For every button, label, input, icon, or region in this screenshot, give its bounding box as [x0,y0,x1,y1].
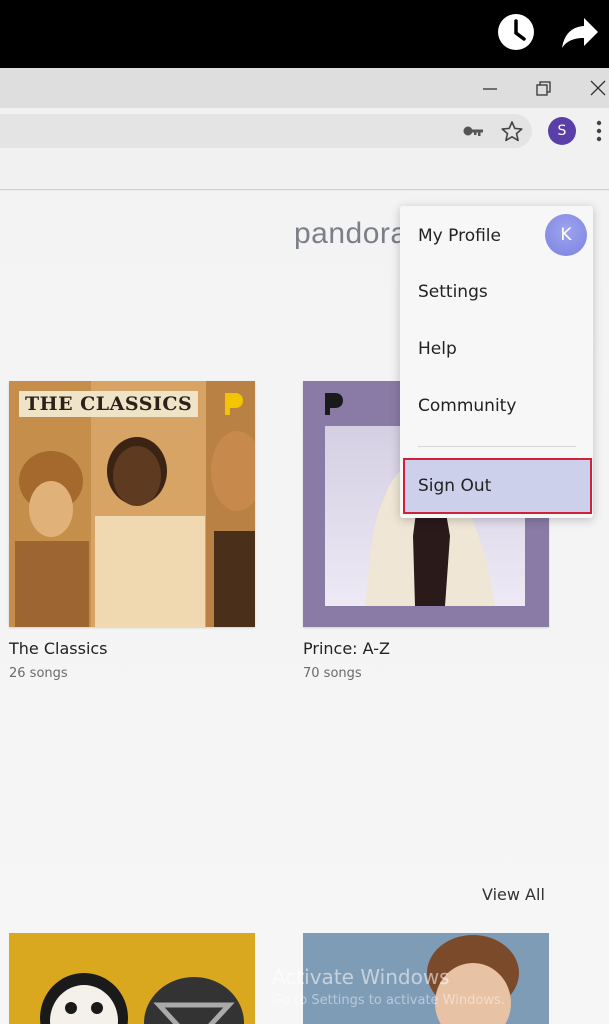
playlist-card[interactable]: THE CLASSICS The Classics 26 songs [9,381,255,681]
minimize-icon[interactable] [478,76,502,100]
clock-icon[interactable] [496,12,536,52]
account-dropdown-menu: K My Profile Settings Help Community Sig… [400,206,593,518]
address-bar[interactable] [0,114,532,148]
album-art[interactable]: THE CLASSICS [9,381,255,627]
menu-item-settings[interactable]: Settings [418,282,488,302]
sign-out-button[interactable]: Sign Out [403,458,592,514]
menu-item-community[interactable]: Community [418,396,516,416]
cartoon-artwork [40,973,244,1024]
classics-artwork [9,381,255,627]
playlist-card-partial[interactable] [9,933,255,1024]
playlist-title[interactable]: The Classics [9,639,255,658]
key-icon[interactable] [462,122,484,140]
pandora-logo[interactable]: pandora [294,217,408,251]
browser-titlebar [0,68,609,108]
restore-icon[interactable] [531,76,555,100]
user-avatar[interactable]: K [545,214,587,256]
menu-divider [418,446,576,447]
view-all-link[interactable]: View All [482,885,545,904]
profile-avatar[interactable]: S [548,117,576,145]
pandora-p-icon [325,393,343,415]
video-overlay-bar [0,0,609,68]
playlist-song-count: 70 songs [303,666,362,681]
close-icon[interactable] [586,76,609,100]
playlist-title[interactable]: Prince: A-Z [303,639,549,658]
windows-watermark-title: Activate Windows [272,965,450,989]
album-banner: THE CLASSICS [19,391,199,417]
menu-item-my-profile[interactable]: My Profile [418,226,501,246]
pandora-p-icon [225,393,243,415]
bookmarks-area [0,154,609,190]
playlist-song-count: 26 songs [9,666,68,681]
star-icon[interactable] [500,120,524,142]
menu-item-help[interactable]: Help [418,339,457,359]
menu-dots-icon[interactable] [592,118,606,144]
windows-watermark-subtitle: Go to Settings to activate Windows. [272,993,505,1008]
share-icon[interactable] [560,12,600,52]
browser-toolbar: S [0,108,609,154]
